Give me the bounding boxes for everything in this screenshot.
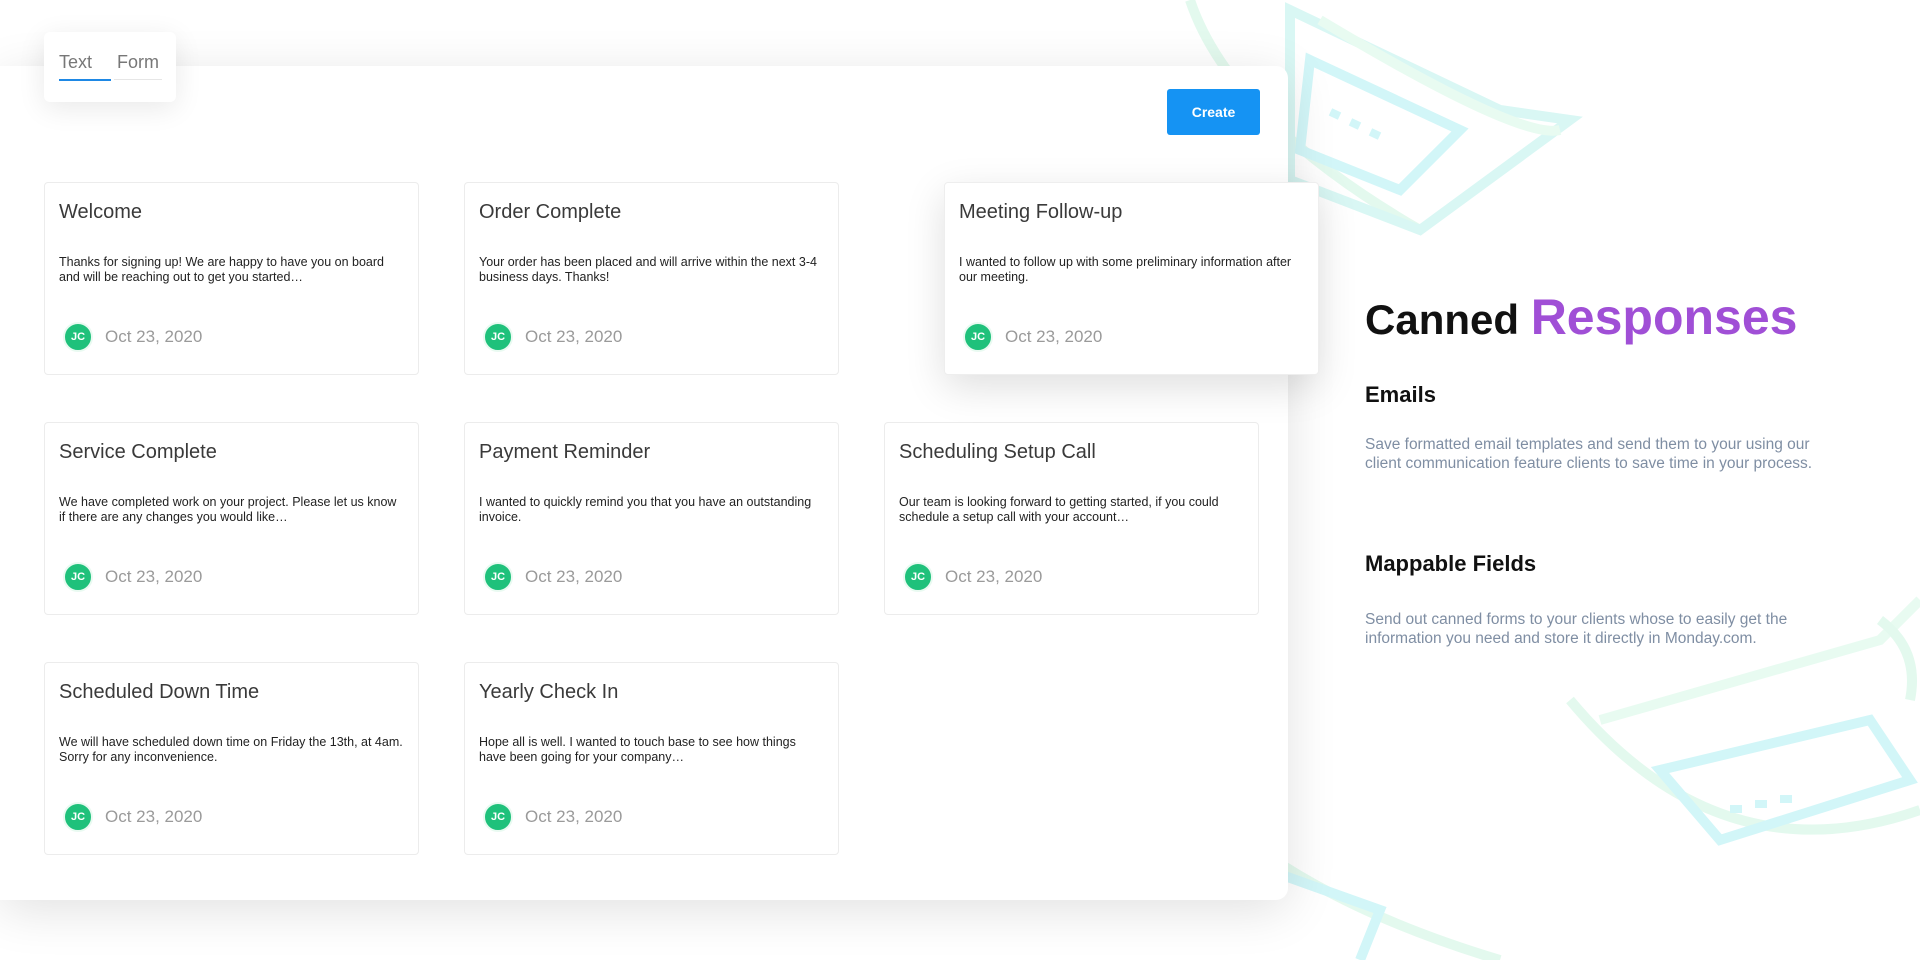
card-footer: JC Oct 23, 2020 [63, 321, 202, 353]
avatar: JC [63, 562, 93, 592]
section-heading-emails: Emails [1365, 382, 1436, 407]
card-title: Yearly Check In [479, 681, 619, 703]
template-card-payment-reminder[interactable]: Payment Reminder I wanted to quickly rem… [464, 422, 839, 615]
card-footer: JC Oct 23, 2020 [483, 561, 622, 593]
avatar: JC [963, 322, 993, 352]
section-text-emails: Save formatted email templates and send … [1365, 436, 1813, 472]
templates-panel: Create Welcome Thanks for signing up! We… [0, 66, 1319, 900]
tab-form[interactable]: Form [114, 52, 162, 80]
template-card-scheduled-down-time[interactable]: Scheduled Down Time We will have schedul… [44, 662, 419, 855]
card-preview: I wanted to follow up with some prelimin… [959, 255, 1292, 284]
card-date: Oct 23, 2020 [525, 327, 623, 346]
card-date: Oct 23, 2020 [105, 567, 203, 586]
card-title: Meeting Follow-up [959, 201, 1123, 223]
avatar: JC [63, 802, 93, 832]
template-card-scheduling-setup-call[interactable]: Scheduling Setup Call Our team is lookin… [884, 422, 1259, 615]
editor-mode-tabs: Text Form [44, 32, 176, 102]
template-card-welcome[interactable]: Welcome Thanks for signing up! We are ha… [44, 182, 419, 375]
card-date: Oct 23, 2020 [525, 807, 623, 826]
avatar: JC [483, 802, 513, 832]
template-card-meeting-follow-up[interactable]: Meeting Follow-up I wanted to follow up … [944, 182, 1319, 375]
card-preview: Your order has been placed and will arri… [479, 255, 817, 284]
avatar: JC [63, 322, 93, 352]
feature-title-accent: Responses [1530, 289, 1798, 345]
card-preview: Our team is looking forward to getting s… [899, 495, 1219, 524]
card-footer: JC Oct 23, 2020 [903, 561, 1042, 593]
card-date: Oct 23, 2020 [1005, 327, 1103, 346]
card-footer: JC Oct 23, 2020 [63, 801, 202, 833]
feature-info: Canned Responses Emails Save formatted e… [1365, 288, 1835, 647]
template-card-order-complete[interactable]: Order Complete Your order has been place… [464, 182, 839, 375]
feature-title: Canned Responses [1365, 288, 1835, 346]
card-preview: We will have scheduled down time on Frid… [59, 735, 403, 764]
create-button[interactable]: Create [1167, 89, 1260, 135]
avatar: JC [903, 562, 933, 592]
avatar: JC [483, 322, 513, 352]
card-footer: JC Oct 23, 2020 [483, 801, 622, 833]
card-date: Oct 23, 2020 [105, 807, 203, 826]
card-title: Service Complete [59, 441, 217, 463]
card-footer: JC Oct 23, 2020 [963, 321, 1102, 353]
card-preview: Thanks for signing up! We are happy to h… [59, 255, 384, 284]
card-footer: JC Oct 23, 2020 [483, 321, 622, 353]
template-card-service-complete[interactable]: Service Complete We have completed work … [44, 422, 419, 615]
avatar: JC [483, 562, 513, 592]
card-preview: I wanted to quickly remind you that you … [479, 495, 812, 524]
card-title: Payment Reminder [479, 441, 651, 463]
card-title: Scheduling Setup Call [899, 441, 1096, 463]
card-preview: Hope all is well. I wanted to touch base… [479, 735, 796, 764]
template-card-yearly-check-in[interactable]: Yearly Check In Hope all is well. I want… [464, 662, 839, 855]
feature-title-plain: Canned [1365, 296, 1520, 343]
card-preview: We have completed work on your project. … [59, 495, 397, 524]
card-date: Oct 23, 2020 [945, 567, 1043, 586]
section-heading-mappable-fields: Mappable Fields [1365, 551, 1537, 576]
card-title: Order Complete [479, 201, 622, 223]
card-footer: JC Oct 23, 2020 [63, 561, 202, 593]
card-date: Oct 23, 2020 [105, 327, 203, 346]
card-title: Welcome [59, 201, 142, 223]
tab-text[interactable]: Text [59, 52, 111, 81]
card-date: Oct 23, 2020 [525, 567, 623, 586]
section-text-mappable-fields: Send out canned forms to your clients wh… [1365, 611, 1788, 647]
card-title: Scheduled Down Time [59, 681, 260, 703]
